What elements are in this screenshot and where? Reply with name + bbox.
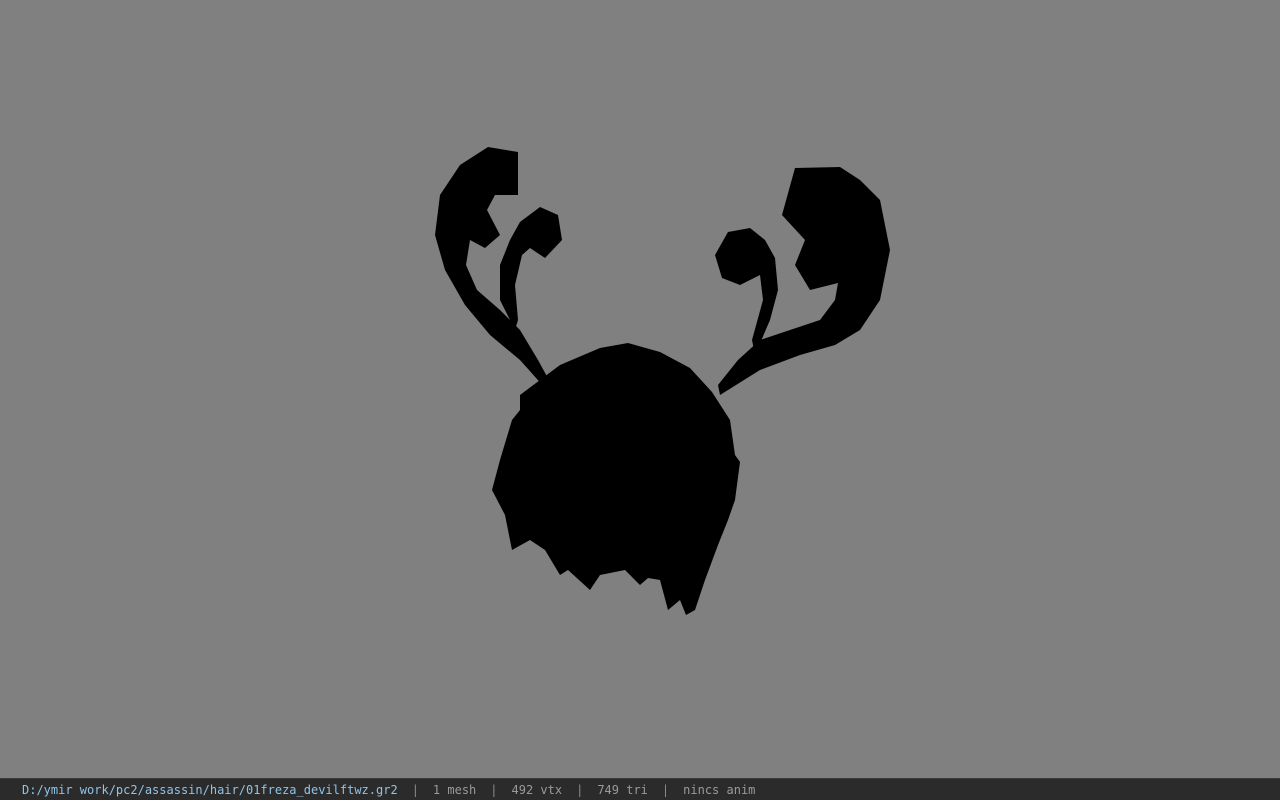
- hair-mesh-left-outer-horn: [435, 147, 550, 388]
- mesh-count: 1 mesh: [432, 782, 477, 797]
- separator: |: [411, 782, 419, 797]
- hair-mesh-right-inner-curl: [715, 228, 778, 355]
- separator: |: [490, 782, 498, 797]
- status-bar: D:/ymir work/pc2/assassin/hair/01freza_d…: [0, 778, 1280, 800]
- hair-mesh-left-inner-curl: [500, 207, 562, 330]
- animation-status: nincs anim: [683, 782, 756, 797]
- vertex-count: 492 vtx: [511, 782, 563, 797]
- hair-mesh-head: [492, 343, 740, 615]
- separator: |: [576, 782, 584, 797]
- model-render: [435, 147, 890, 615]
- hair-mesh-silhouette: [435, 147, 890, 615]
- triangle-count: 749 tri: [597, 782, 648, 797]
- separator: |: [661, 782, 670, 797]
- file-path: D:/ymir work/pc2/assassin/hair/01freza_d…: [22, 782, 398, 797]
- 3d-viewport[interactable]: [0, 0, 1280, 778]
